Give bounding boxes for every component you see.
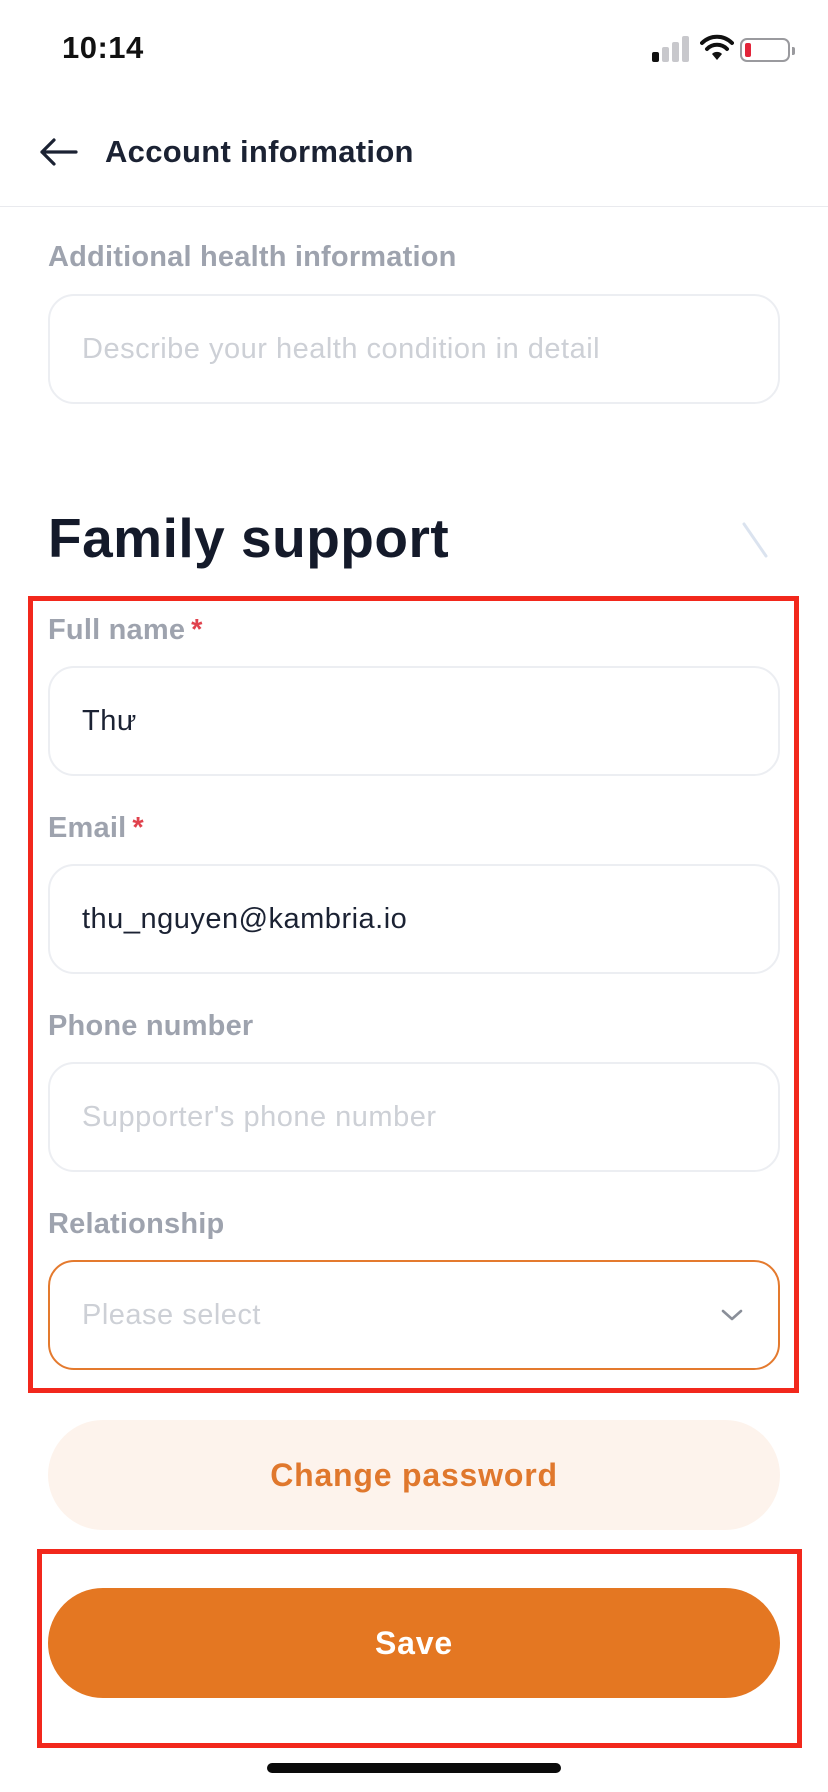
phone-number-label: Phone number xyxy=(48,1010,254,1042)
full-name-input[interactable]: Thư xyxy=(48,666,780,776)
chevron-down-icon xyxy=(718,1301,746,1329)
decorative-pen-icon xyxy=(742,522,768,558)
phone-number-placeholder: Supporter's phone number xyxy=(82,1100,437,1133)
account-information-screen: 10:14 Account information Additional hea… xyxy=(0,0,828,1792)
email-label: Email * xyxy=(48,812,144,844)
signal-icon xyxy=(652,36,692,62)
required-mark: * xyxy=(132,812,144,844)
email-value: thu_nguyen@kambria.io xyxy=(82,902,408,935)
relationship-select[interactable]: Please select xyxy=(48,1260,780,1370)
app-header: Account information xyxy=(0,100,828,207)
relationship-label: Relationship xyxy=(48,1208,225,1240)
health-info-input[interactable]: Describe your health condition in detail xyxy=(48,294,780,404)
back-button[interactable] xyxy=(30,126,86,178)
change-password-button[interactable]: Change password xyxy=(48,1420,780,1530)
required-mark: * xyxy=(191,614,203,646)
home-indicator[interactable] xyxy=(267,1763,561,1773)
page-title: Account information xyxy=(105,134,414,169)
battery-icon xyxy=(740,38,795,62)
health-info-placeholder: Describe your health condition in detail xyxy=(82,332,601,365)
arrow-left-icon xyxy=(40,138,78,166)
relationship-placeholder: Please select xyxy=(82,1298,261,1331)
status-bar: 10:14 xyxy=(0,0,828,100)
section-title-family-support: Family support xyxy=(48,507,450,569)
full-name-label: Full name * xyxy=(48,614,203,646)
email-input[interactable]: thu_nguyen@kambria.io xyxy=(48,864,780,974)
health-info-label: Additional health information xyxy=(48,241,457,273)
wifi-icon xyxy=(700,34,734,60)
save-button[interactable]: Save xyxy=(48,1588,780,1698)
full-name-value: Thư xyxy=(82,704,137,737)
phone-number-input[interactable]: Supporter's phone number xyxy=(48,1062,780,1172)
status-time: 10:14 xyxy=(62,30,144,65)
